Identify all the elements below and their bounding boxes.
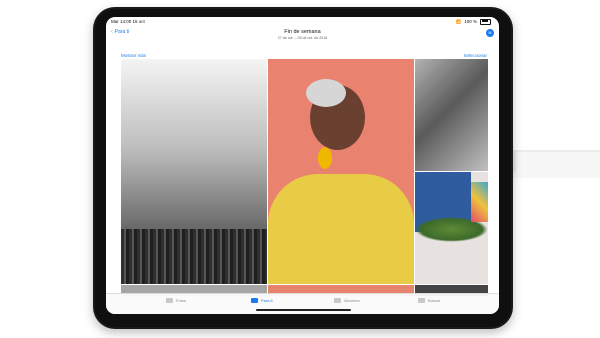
photo-wall[interactable]: [415, 172, 488, 284]
search-icon: [418, 298, 425, 303]
for-you-icon: [251, 298, 258, 303]
screen: Mar 14:00 15 oct 📶 100 % ‹ Para ti Fin d…: [106, 17, 499, 314]
photo-portrait[interactable]: [268, 59, 414, 284]
show-more-link[interactable]: Mostrar más: [121, 53, 146, 58]
page-subtitle: 27 de oct. – 28 de oct. de 2018: [277, 36, 328, 40]
charging-cable-body: [510, 150, 600, 178]
avatar[interactable]: M: [486, 29, 494, 37]
home-indicator[interactable]: [256, 309, 351, 311]
wifi-icon: 📶: [456, 19, 462, 24]
tab-search[interactable]: Buscar: [418, 298, 440, 303]
photo-car[interactable]: [415, 59, 488, 171]
status-right: 📶 100 %: [456, 18, 491, 25]
tab-photos[interactable]: Fotos: [166, 298, 186, 303]
photo-city[interactable]: [121, 59, 267, 284]
status-time: Mar 14:00 15 oct: [111, 19, 145, 24]
tab-albums[interactable]: Álbumes: [334, 298, 360, 303]
page-title: Fin de semana: [284, 29, 321, 35]
tab-label: Para ti: [261, 298, 273, 303]
battery-percent: 100 %: [464, 19, 477, 24]
tab-label: Buscar: [428, 298, 441, 303]
status-bar: Mar 14:00 15 oct 📶 100 %: [106, 17, 499, 26]
tab-for-you[interactable]: Para ti: [251, 298, 273, 303]
battery-icon: [480, 18, 491, 25]
navigation-bar: ‹ Para ti Fin de semana 27 de oct. – 28 …: [106, 26, 499, 48]
photos-icon: [166, 298, 173, 303]
tab-label: Álbumes: [344, 298, 360, 303]
charging-cable: [545, 0, 600, 175]
select-button[interactable]: Seleccionar: [463, 53, 487, 58]
albums-icon: [334, 298, 341, 303]
tab-bar: Fotos Para ti Álbumes Buscar: [106, 293, 499, 314]
tab-label: Fotos: [176, 298, 187, 303]
